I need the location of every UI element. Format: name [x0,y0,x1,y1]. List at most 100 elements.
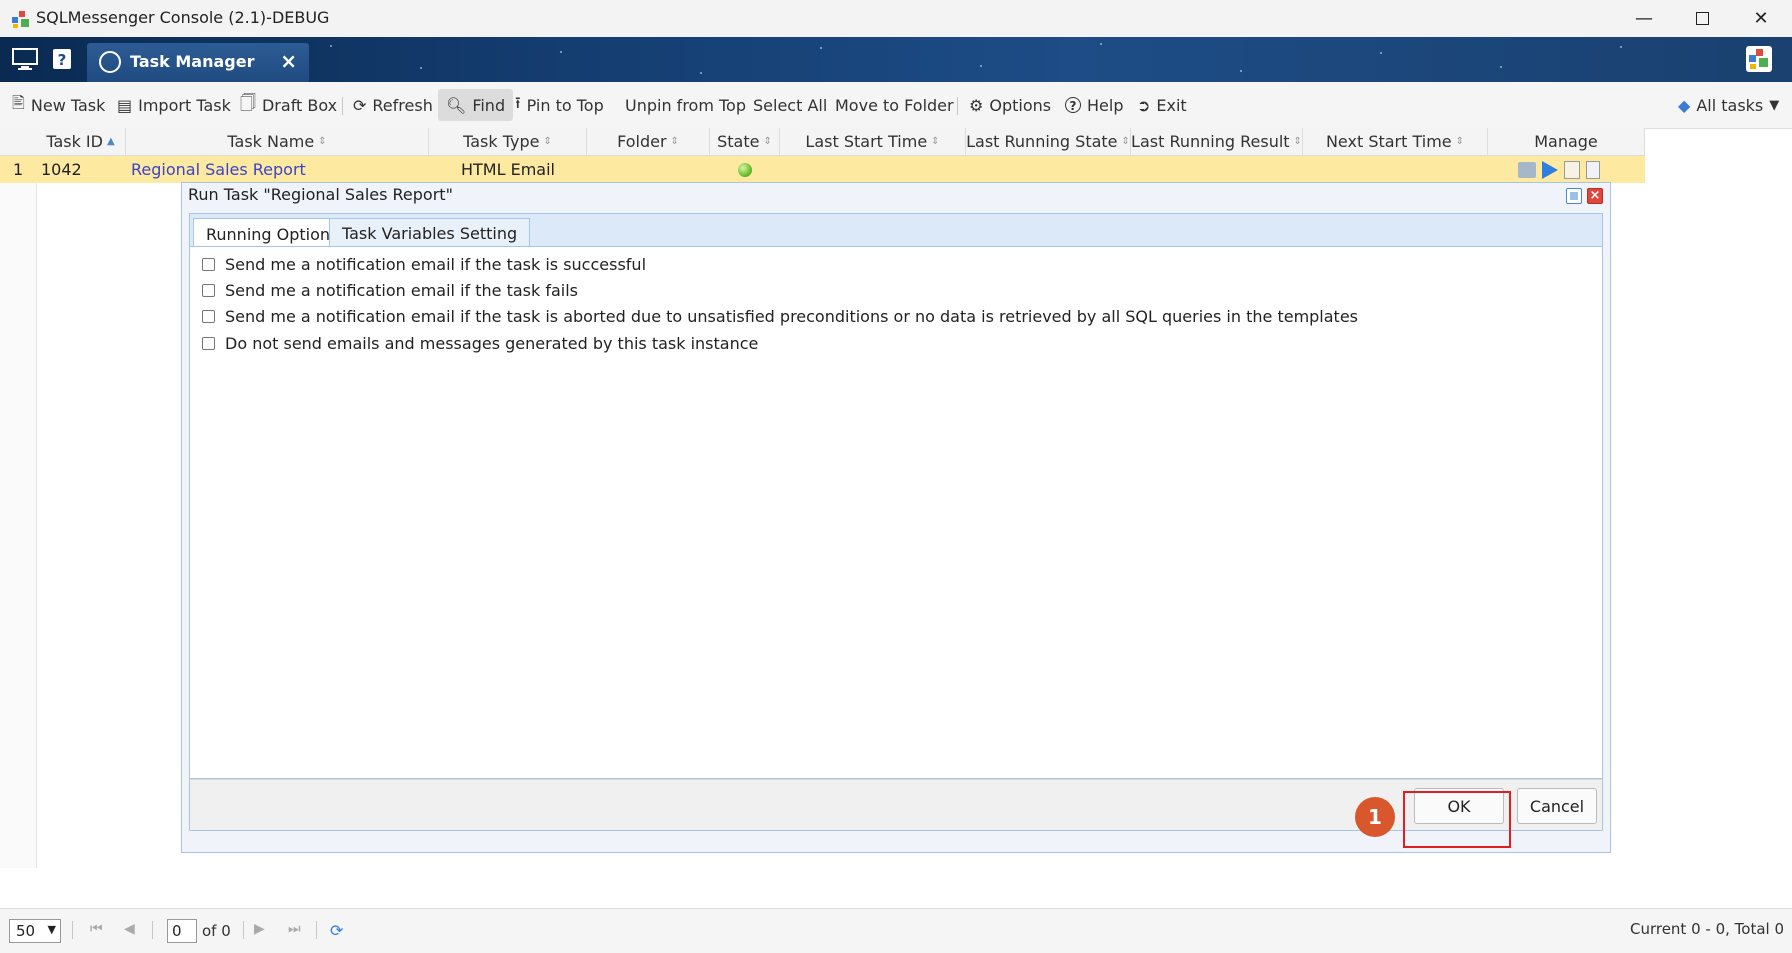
refresh-icon: ⟳ [353,95,367,115]
ok-highlight-box [1403,791,1511,848]
column-label: Folder [617,132,667,151]
dialog-close-button[interactable]: × [1587,188,1603,204]
exit-button[interactable]: ➲ Exit [1137,89,1187,121]
option-notify-aborted[interactable]: Send me a notification email if the task… [202,305,1358,327]
unpin-from-top-label: Unpin from Top [625,95,746,115]
exit-icon: ➲ [1137,95,1151,115]
sort-icon: ⇕ [763,136,772,147]
new-task-button[interactable]: 🖹 New Task [12,89,105,121]
sort-icon: ⇕ [543,136,552,147]
close-tab-icon[interactable]: × [280,49,297,73]
task-type-cell: HTML Email [461,160,555,179]
tab-task-variables-setting[interactable]: Task Variables Setting [329,218,531,248]
prev-page-icon[interactable]: ◀︎ [124,921,135,937]
notify-fail-checkbox[interactable] [202,283,215,297]
run-task-icon[interactable] [1542,160,1558,179]
manage-cell [1518,156,1645,183]
dialog-maximize-button[interactable] [1566,188,1582,204]
all-tasks-filter[interactable]: ◆ All tasks ▼ [1678,89,1779,121]
find-label: Find [472,95,506,115]
move-to-folder-button[interactable]: Move to Folder [835,89,954,121]
copy-task-icon[interactable] [1586,160,1600,179]
pin-to-top-label: Pin to Top [526,95,604,115]
column-header-last-start-time[interactable]: Last Start Time ⇕ [780,128,966,155]
new-task-icon: 🖹 [12,92,25,112]
column-header-state[interactable]: State ⇕ [710,128,780,155]
all-tasks-label: All tasks [1696,95,1764,115]
search-icon: 🔍︎ [446,95,467,115]
filter-logo-icon: ◆ [1678,95,1691,115]
column-header-task-name[interactable]: Task Name ⇕ [126,128,429,155]
column-label: Last Running State [966,132,1118,151]
help-label: Help [1087,95,1124,115]
pager-bar: 50 ▼ ⏮︎ ◀︎ 0 of 0 ▶︎ ⏭︎ ⟳ Current 0 - 0,… [0,908,1792,953]
pager-info: Current 0 - 0, Total 0 [1629,920,1784,938]
window-title: SQLMessenger Console (2.1)-DEBUG [36,8,330,27]
run-task-dialog: Run Task "Regional Sales Report" × Runni… [181,182,1611,853]
column-label: Task ID [46,132,103,151]
reload-icon[interactable]: ⟳ [330,921,343,940]
page-number-input[interactable]: 0 [167,919,197,943]
option-notify-success[interactable]: Send me a notification email if the task… [202,253,646,275]
option-label: Send me a notification email if the task… [225,280,578,300]
help-box-icon[interactable]: ? [52,47,72,71]
column-header-task-type[interactable]: Task Type ⇕ [429,128,587,155]
options-button[interactable]: ⚙︎ Options [969,89,1051,121]
column-label: State [717,132,760,151]
column-label: Task Type [463,132,540,151]
chevron-down-icon: ▼ [47,923,56,936]
do-not-send-checkbox[interactable] [202,336,215,350]
edit-task-icon[interactable] [1518,161,1536,178]
column-header-last-running-result[interactable]: Last Running Result ⇕ [1131,128,1303,155]
column-header-folder[interactable]: Folder ⇕ [587,128,710,155]
state-cell [710,156,780,183]
help-button[interactable]: ? Help [1065,89,1123,121]
page-count: of 0 [202,922,231,940]
task-log-icon[interactable] [1564,160,1580,179]
column-label: Last Running Result [1131,132,1290,151]
unpin-from-top-button[interactable]: Unpin from Top [625,89,746,121]
first-page-icon[interactable]: ⏮︎ [90,921,103,937]
option-do-not-send[interactable]: Do not send emails and messages generate… [202,332,758,354]
select-all-button[interactable]: Select All [753,89,827,121]
table-row[interactable]: 1 1042 Regional Sales Report HTML Email [0,156,1645,183]
refresh-button[interactable]: ⟳ Refresh [353,89,433,121]
column-label: Task Name [227,132,315,151]
import-task-button[interactable]: ▤ Import Task [117,89,231,121]
column-header-last-running-state[interactable]: Last Running State ⇕ [966,128,1131,155]
maximize-button[interactable] [1673,0,1731,37]
minimize-button[interactable]: — [1615,0,1673,37]
pin-to-top-button[interactable]: ⭱ Pin to Top [515,89,604,121]
import-icon: ▤ [117,95,133,115]
tab-running-options[interactable]: Running Options [193,218,352,249]
cancel-button[interactable]: Cancel [1517,788,1597,824]
row-number: 1 [13,160,24,179]
import-task-label: Import Task [138,95,231,115]
draft-box-button[interactable]: 🗍 Draft Box [240,89,337,121]
tab-task-manager[interactable]: Task Manager × [87,43,309,82]
next-page-icon[interactable]: ▶︎ [254,921,265,937]
sort-icon: ⇕ [931,136,940,147]
column-label: Next Start Time [1325,132,1452,151]
page-size-select[interactable]: 50 ▼ [9,919,61,943]
column-header-manage: Manage [1488,128,1645,155]
last-page-icon[interactable]: ⏭︎ [288,921,301,937]
option-notify-fail[interactable]: Send me a notification email if the task… [202,279,578,301]
find-button[interactable]: 🔍︎ Find [438,89,514,121]
option-label: Send me a notification email if the task… [225,254,647,274]
close-window-button[interactable]: ✕ [1732,0,1790,37]
notify-aborted-checkbox[interactable] [202,309,215,323]
sort-icon: ⇕ [1121,136,1130,147]
sliders-icon: ⚙︎ [969,95,984,115]
close-icon: ✕ [1753,8,1769,29]
task-name-link[interactable]: Regional Sales Report [131,156,429,183]
sort-icon: ⇕ [1293,136,1302,147]
notify-success-checkbox[interactable] [202,257,215,271]
sort-asc-icon: ▲ [106,136,115,147]
green-dot-icon [738,162,752,177]
column-header-task-id[interactable]: Task ID ▲ [36,128,126,155]
app-badge-icon [1746,46,1772,72]
pin-icon: ⭱ [515,92,521,112]
column-header-next-start-time[interactable]: Next Start Time ⇕ [1303,128,1488,155]
monitor-icon[interactable] [12,47,38,71]
